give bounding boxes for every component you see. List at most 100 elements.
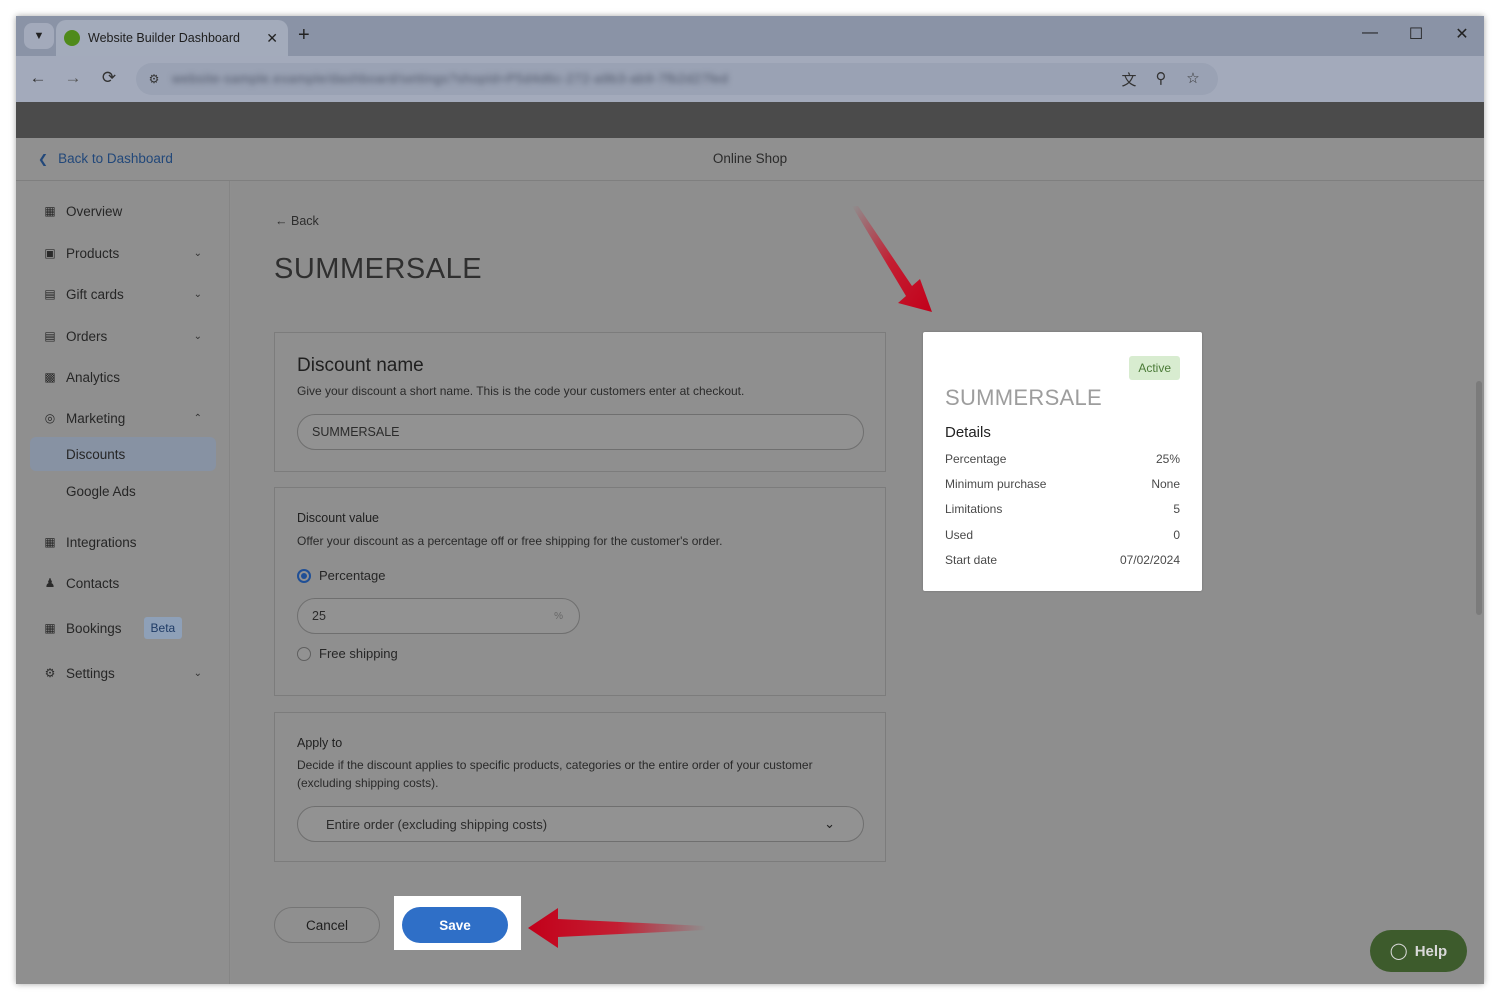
sidebar-item-orders[interactable]: ▤ Orders ⌄ <box>30 321 216 351</box>
summary-row: Percentage 25% <box>945 452 1180 466</box>
minimize-icon[interactable]: — <box>1358 24 1382 42</box>
chevron-down-icon: ▼ <box>33 30 45 42</box>
browser-tab[interactable]: Website Builder Dashboard ✕ <box>56 20 288 56</box>
sidebar-item-overview[interactable]: ▦ Overview <box>30 196 216 226</box>
tab-search-button[interactable]: ▼ <box>24 23 54 49</box>
grid-icon: ▦ <box>44 204 56 218</box>
sidebar-item-google-ads[interactable]: Google Ads <box>30 476 216 506</box>
tab-bar: ▼ Website Builder Dashboard ✕ + — ☐ ✕ <box>16 16 1484 56</box>
summary-row-label: Minimum purchase <box>945 477 1047 491</box>
chevron-down-icon: ⌄ <box>824 816 835 831</box>
help-button[interactable]: ◯ Help <box>1370 930 1467 972</box>
zoom-icon[interactable]: ⚲ <box>1150 69 1172 87</box>
summary-row-label: Limitations <box>945 502 1003 516</box>
main-content: ← Back SUMMERSALE Discount name Give you… <box>231 181 1484 984</box>
page-title: SUMMERSALE <box>274 253 483 285</box>
bookmark-star-icon[interactable]: ☆ <box>1182 69 1204 87</box>
sidebar-item-settings[interactable]: ⚙ Settings ⌄ <box>30 658 216 688</box>
chevron-down-icon: ⌄ <box>193 247 202 259</box>
sidebar-item-gift-cards[interactable]: ▤ Gift cards ⌄ <box>30 279 216 309</box>
sidebar-item-label: Discounts <box>66 446 126 462</box>
close-window-icon[interactable]: ✕ <box>1450 24 1474 44</box>
url-field[interactable]: ⚙ website-sample.example/dashboard/setti… <box>136 63 1218 95</box>
new-tab-button[interactable]: + <box>298 25 310 45</box>
summary-details-heading: Details <box>945 424 991 441</box>
free-shipping-radio-label: Free shipping <box>319 646 398 661</box>
discount-name-card: Discount name Give your discount a short… <box>274 332 886 472</box>
radio-selected-icon <box>297 568 311 583</box>
close-tab-icon[interactable]: ✕ <box>266 30 278 47</box>
maximize-icon[interactable]: ☐ <box>1404 24 1428 44</box>
shop-title: Online Shop <box>712 151 788 166</box>
apply-to-selected-value: Entire order (excluding shipping costs) <box>326 816 548 832</box>
apply-to-select[interactable]: Entire order (excluding shipping costs) … <box>297 806 864 842</box>
cancel-button[interactable]: Cancel <box>274 907 380 943</box>
sidebar-item-bookings[interactable]: ▦ Bookings Beta <box>30 613 216 643</box>
site-settings-icon[interactable]: ⚙ <box>144 69 164 89</box>
sidebar-item-label: Settings <box>66 665 115 681</box>
address-bar: ← → ⟳ ⚙ website-sample.example/dashboard… <box>16 56 1484 102</box>
sidebar-item-label: Marketing <box>66 410 126 426</box>
target-icon: ◎ <box>44 411 56 425</box>
sidebar-item-label: Bookings <box>66 620 122 636</box>
discount-name-title: Discount name <box>297 355 424 376</box>
discount-name-input[interactable]: SUMMERSALE <box>297 414 864 450</box>
sidebar-item-label: Google Ads <box>66 483 136 499</box>
contacts-icon: ♟ <box>44 576 56 590</box>
chevron-up-icon: ⌃ <box>193 412 202 424</box>
translate-icon[interactable]: 文 <box>1118 69 1140 90</box>
sidebar-item-label: Orders <box>66 328 108 344</box>
apply-to-card: Apply to Decide if the discount applies … <box>274 712 886 862</box>
percentage-input[interactable]: 25 % <box>297 598 580 634</box>
chat-bubble-icon: ◯ <box>1389 943 1408 960</box>
summary-row-value: 25% <box>1155 452 1180 466</box>
summary-row-value: None <box>1151 477 1180 491</box>
forward-arrow-icon[interactable]: → <box>61 68 85 88</box>
percentage-unit: % <box>554 610 563 622</box>
reload-icon[interactable]: ⟳ <box>97 68 121 88</box>
sidebar-item-marketing[interactable]: ◎ Marketing ⌃ <box>30 403 216 433</box>
summary-row-value: 0 <box>1173 528 1180 542</box>
save-button[interactable]: Save <box>402 907 508 943</box>
discount-name-value: SUMMERSALE <box>312 425 400 439</box>
sidebar-item-contacts[interactable]: ♟ Contacts <box>30 568 216 598</box>
summary-row-value: 5 <box>1173 502 1180 516</box>
sidebar-item-label: Contacts <box>66 575 120 591</box>
percentage-radio[interactable]: Percentage <box>297 568 386 583</box>
back-arrow-icon[interactable]: ← <box>26 68 50 88</box>
summary-row: Used 0 <box>945 528 1180 542</box>
arrow-left-icon: ← <box>275 214 288 228</box>
sidebar-item-analytics[interactable]: ▩ Analytics <box>30 362 216 392</box>
sidebar-item-label: Integrations <box>66 534 137 550</box>
page-scrollbar[interactable] <box>1476 381 1482 615</box>
summary-row-label: Used <box>945 528 974 542</box>
gift-icon: ▤ <box>44 287 56 301</box>
apply-to-title: Apply to <box>297 736 343 750</box>
sidebar-item-discounts[interactable]: Discounts <box>30 437 216 471</box>
chevron-down-icon: ⌄ <box>193 667 202 679</box>
summary-row-label: Percentage <box>945 452 1007 466</box>
app-topbar: ❮ Back to Dashboard Online Shop <box>16 138 1484 181</box>
sidebar-item-label: Products <box>66 245 120 261</box>
document-icon: ▤ <box>44 329 56 343</box>
percentage-value: 25 <box>312 609 326 623</box>
discount-value-title: Discount value <box>297 511 379 525</box>
sidebar-item-products[interactable]: ▣ Products ⌄ <box>30 238 216 268</box>
summary-row-label: Start date <box>945 553 998 567</box>
bar-chart-icon: ▩ <box>44 370 56 384</box>
back-link[interactable]: ← Back <box>275 214 319 228</box>
gear-icon: ⚙ <box>44 666 56 680</box>
discount-summary-card: Active SUMMERSALE Details Percentage 25%… <box>923 332 1202 591</box>
summary-row-value: 07/02/2024 <box>1119 553 1180 567</box>
sidebar-item-label: Analytics <box>66 369 121 385</box>
browser-window: ▼ Website Builder Dashboard ✕ + — ☐ ✕ ← … <box>16 16 1484 984</box>
radio-unselected-icon <box>297 646 311 661</box>
discount-name-description: Give your discount a short name. This is… <box>297 384 745 398</box>
sidebar-item-integrations[interactable]: ▦ Integrations <box>30 527 216 557</box>
sidebar-item-label: Overview <box>66 203 123 219</box>
tab-title: Website Builder Dashboard <box>88 31 240 45</box>
sidebar: ▦ Overview ▣ Products ⌄ ▤ Gift cards ⌄ ▤… <box>16 181 230 984</box>
help-label: Help <box>1414 942 1448 960</box>
free-shipping-radio[interactable]: Free shipping <box>297 646 398 661</box>
site-header-strip <box>16 102 1484 138</box>
